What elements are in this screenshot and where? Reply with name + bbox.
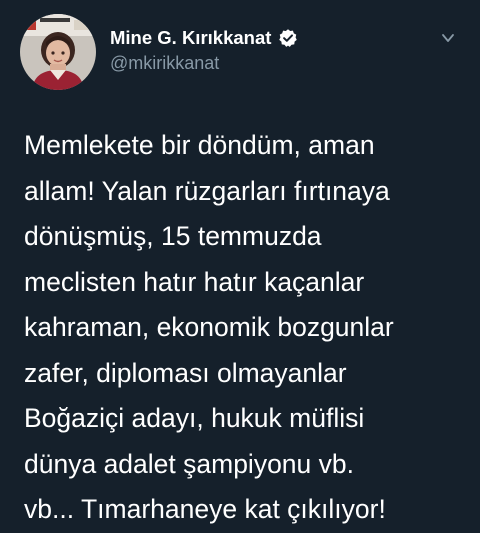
tweet-text-line: vb... Tımarhaneye kat çıkılıyor! — [24, 494, 386, 524]
chevron-down-icon[interactable] — [441, 31, 455, 45]
tweet-text-line: zafer, diploması olmayanlar — [24, 357, 347, 388]
avatar[interactable] — [20, 14, 96, 90]
tweet-text-line: allam! Yalan rüzgarları fırtınaya — [24, 175, 390, 206]
tweet-card: Mine G. Kırıkkanat @mkirikkanat Memleket… — [0, 0, 480, 531]
tweet-text-line: Boğaziçi adayı, hukuk müflisi — [24, 403, 365, 433]
tweet-text-line: dönüşmüş, 15 temmuzda — [24, 221, 322, 251]
tweet-text: Memlekete bir döndüm, aman allam! Yalan … — [24, 123, 469, 533]
tweet-text-line: dünya adalet şampiyonu vb. — [24, 448, 354, 479]
user-handle[interactable]: @mkirikkanat — [110, 53, 219, 74]
author-name-row: Mine G. Kırıkkanat — [110, 27, 298, 49]
verified-badge-icon — [278, 28, 298, 48]
tweet-text-line: Memlekete bir döndüm, aman — [24, 130, 375, 160]
tweet-text-line: kahraman, ekonomik bozgunlar — [24, 312, 394, 342]
avatar-photo-icon — [20, 14, 96, 90]
tweet-text-line: meclisten hatır hatır kaçanlar — [24, 266, 365, 297]
display-name[interactable]: Mine G. Kırıkkanat — [110, 27, 271, 49]
